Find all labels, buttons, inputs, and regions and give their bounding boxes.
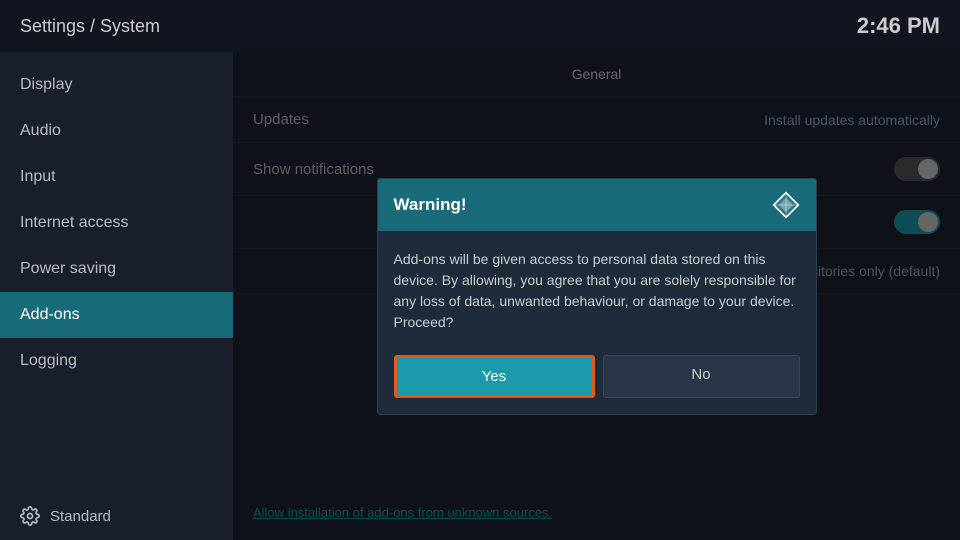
sidebar-item-logging[interactable]: Logging (0, 338, 233, 384)
app-header: Settings / System 2:46 PM (0, 0, 960, 52)
sidebar-item-power-saving[interactable]: Power saving (0, 246, 233, 292)
warning-dialog: Warning! Add-ons will be given access to… (377, 178, 817, 415)
sidebar-item-display[interactable]: Display (0, 62, 233, 108)
dialog-title: Warning! (394, 195, 467, 215)
sidebar-item-audio[interactable]: Audio (0, 108, 233, 154)
profile-label: Standard (50, 508, 111, 525)
dialog-body: Add-ons will be given access to personal… (378, 231, 816, 347)
gear-icon (20, 506, 40, 526)
sidebar-item-internet-access[interactable]: Internet access (0, 200, 233, 246)
clock: 2:46 PM (857, 13, 940, 39)
sidebar-item-add-ons[interactable]: Add-ons (0, 292, 233, 338)
page-title: Settings / System (20, 16, 160, 37)
yes-button[interactable]: Yes (394, 355, 595, 398)
sidebar-item-input[interactable]: Input (0, 154, 233, 200)
sidebar-nav: Display Audio Input Internet access Powe… (0, 52, 233, 384)
dialog-header: Warning! (378, 179, 816, 231)
sidebar: Display Audio Input Internet access Powe… (0, 52, 233, 540)
main-layout: Display Audio Input Internet access Powe… (0, 52, 960, 540)
kodi-logo-icon (772, 191, 800, 219)
dialog-overlay: Warning! Add-ons will be given access to… (233, 52, 960, 540)
main-content: General Updates Install updates automati… (233, 52, 960, 540)
sidebar-footer: Standard (0, 492, 233, 540)
no-button[interactable]: No (603, 355, 800, 398)
dialog-buttons: Yes No (378, 347, 816, 414)
